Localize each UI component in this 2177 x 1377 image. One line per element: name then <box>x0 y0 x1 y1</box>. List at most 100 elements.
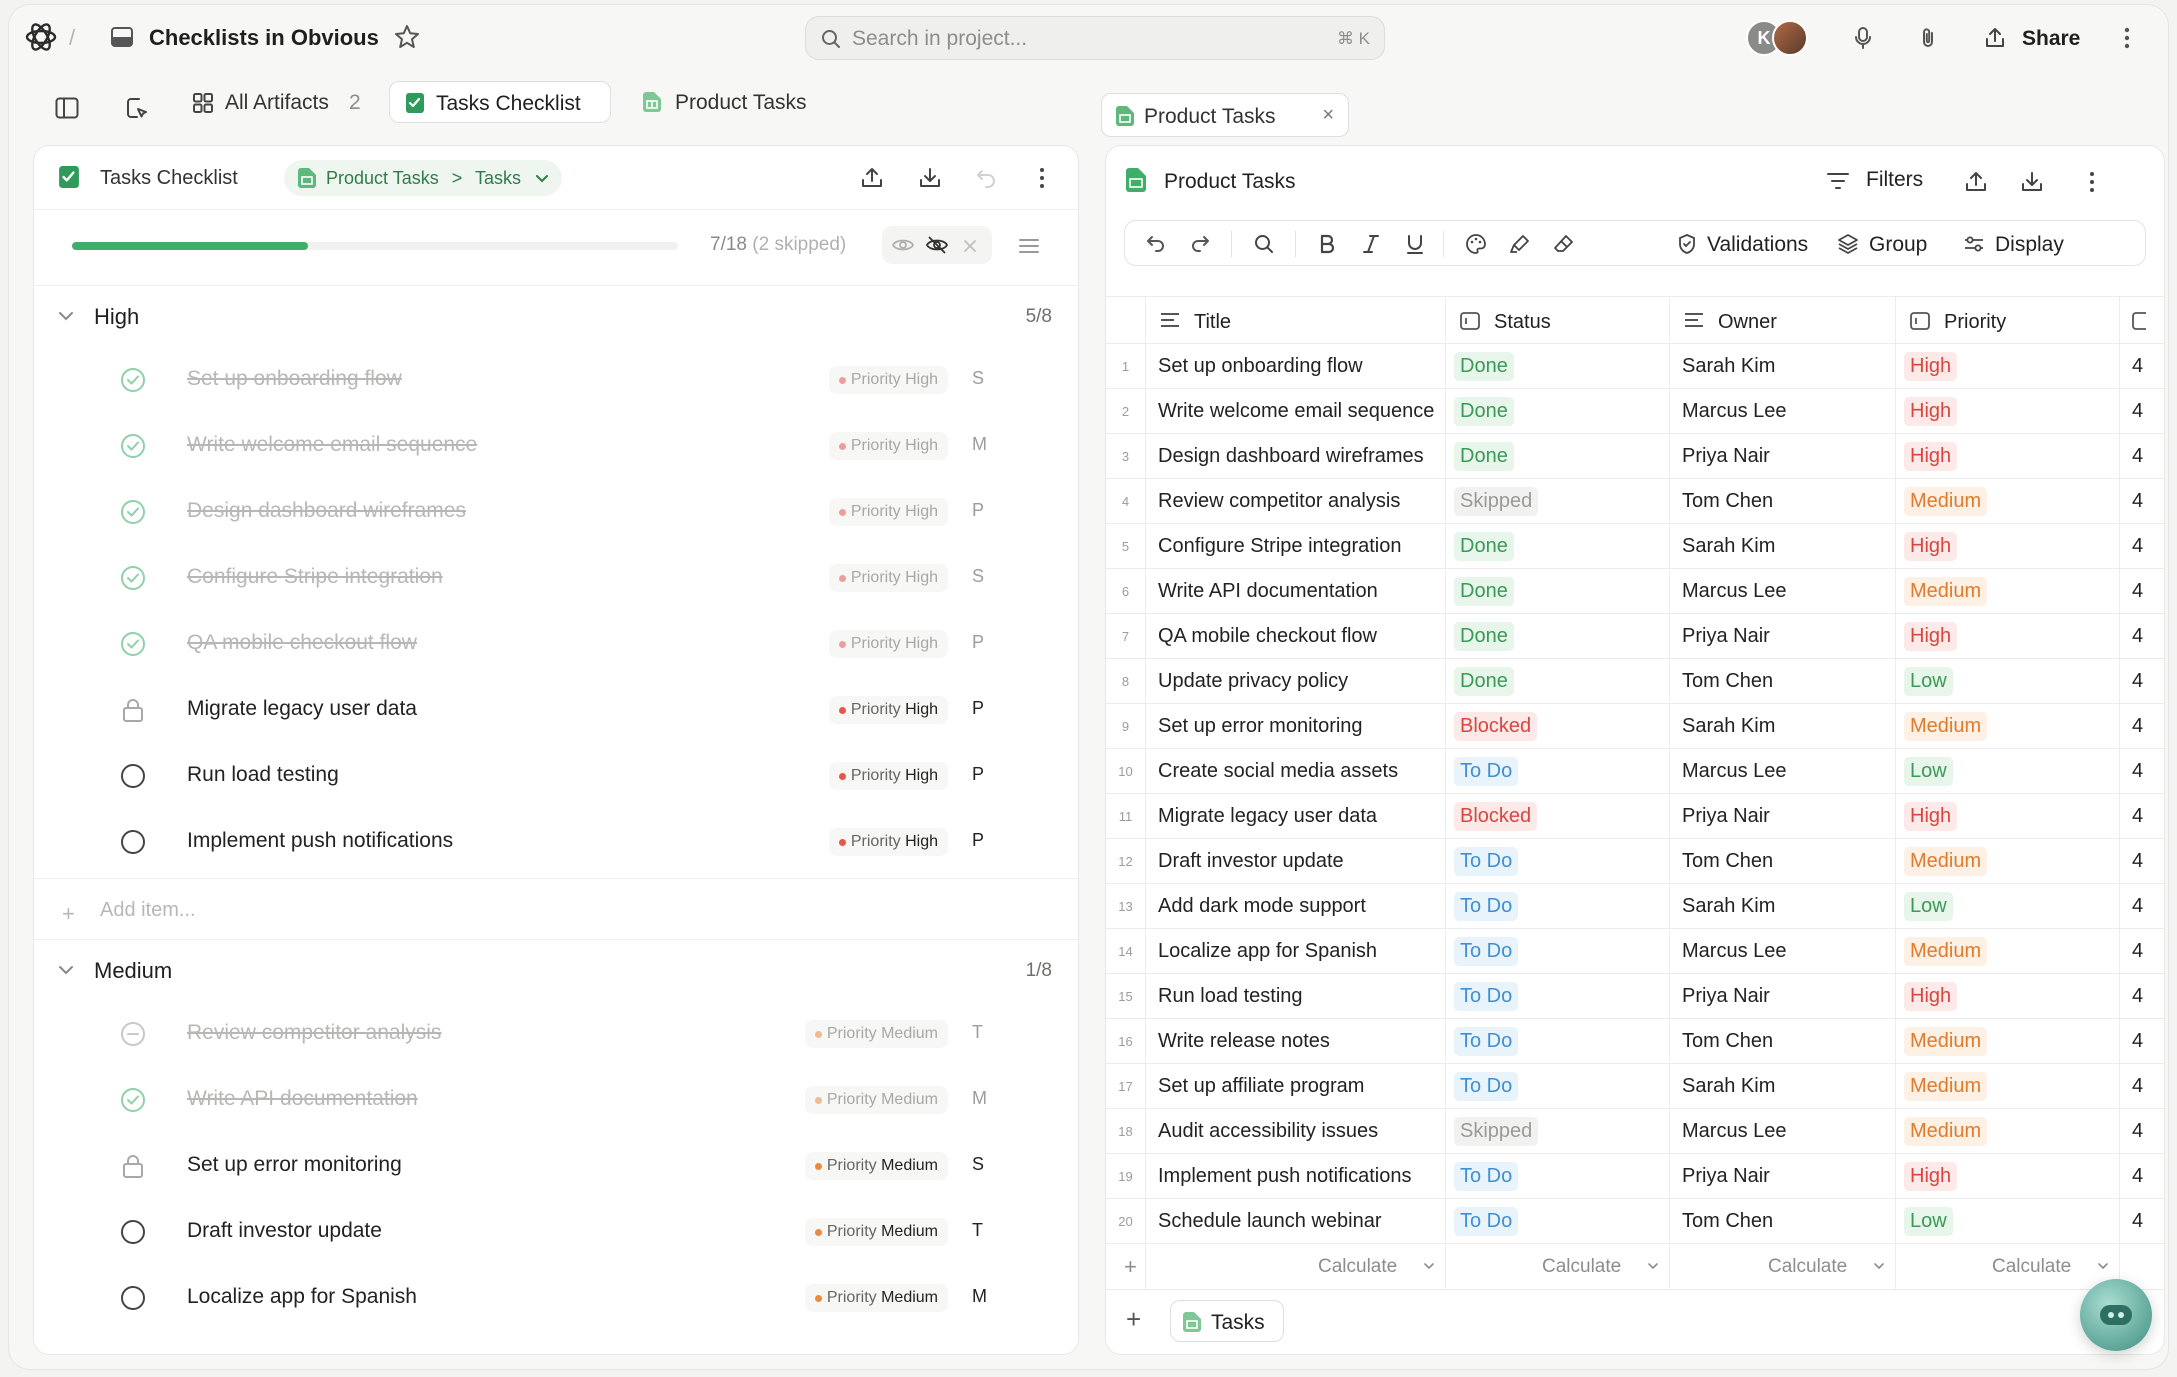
priority-cell[interactable]: High <box>1896 974 2120 1019</box>
priority-cell[interactable]: High <box>1896 389 2120 434</box>
bold-icon[interactable] <box>1317 233 1337 255</box>
empty-checkbox-icon[interactable] <box>120 829 146 855</box>
filter-icon[interactable] <box>1826 171 1850 191</box>
list-item[interactable]: Review competitor analysis Priority Mediu… <box>34 1000 1078 1066</box>
status-cell[interactable]: Done <box>1446 659 1670 704</box>
eye-icon[interactable] <box>892 235 914 255</box>
list-options-icon[interactable] <box>1018 235 1040 257</box>
priority-cell[interactable]: Medium <box>1896 1019 2120 1064</box>
group-header-0[interactable]: High 5/8 <box>34 286 1078 346</box>
more-menu-button[interactable] <box>2107 17 2147 59</box>
extra-cell[interactable]: 4 <box>2120 839 2164 884</box>
table-row[interactable]: 14 Localize app for Spanish To Do Marcus Le… <box>1106 929 2164 974</box>
owner-cell[interactable]: Sarah Kim <box>1670 884 1896 929</box>
check-circle-icon[interactable] <box>120 1087 146 1113</box>
mic-button[interactable] <box>1841 17 1885 59</box>
priority-badge[interactable]: Priority High <box>828 630 948 658</box>
status-cell[interactable]: Done <box>1446 569 1670 614</box>
extra-cell[interactable]: 4 <box>2120 929 2164 974</box>
check-circle-icon[interactable] <box>120 631 146 657</box>
owner-cell[interactable]: Sarah Kim <box>1670 704 1896 749</box>
sidebar-toggle-icon[interactable] <box>55 97 79 119</box>
title-cell[interactable]: Update privacy policy <box>1146 659 1446 704</box>
chevron-down-icon[interactable] <box>58 962 74 978</box>
table-row[interactable]: 18 Audit accessibility issues Skipped Marcu… <box>1106 1109 2164 1154</box>
tab-product-tasks[interactable]: Product Tasks <box>631 81 831 123</box>
status-cell[interactable]: To Do <box>1446 1064 1670 1109</box>
owner-initial[interactable]: S <box>972 368 984 389</box>
download-icon[interactable] <box>918 166 942 190</box>
extra-cell[interactable]: 4 <box>2120 794 2164 839</box>
priority-cell[interactable]: High <box>1896 524 2120 569</box>
status-cell[interactable]: Skipped <box>1446 1109 1670 1154</box>
title-cell[interactable]: Configure Stripe integration <box>1146 524 1446 569</box>
owner-initial[interactable]: M <box>972 434 987 455</box>
owner-cell[interactable]: Sarah Kim <box>1670 524 1896 569</box>
priority-cell[interactable]: Medium <box>1896 569 2120 614</box>
priority-cell[interactable]: Low <box>1896 1199 2120 1244</box>
owner-cell[interactable]: Priya Nair <box>1670 794 1896 839</box>
owner-cell[interactable]: Sarah Kim <box>1670 344 1896 389</box>
title-cell[interactable]: Set up error monitoring <box>1146 704 1446 749</box>
list-item[interactable]: Migrate legacy user data Priority High P <box>34 676 1078 742</box>
eraser-icon[interactable] <box>1553 233 1575 255</box>
crumb-child[interactable]: Tasks <box>475 168 521 188</box>
status-cell[interactable]: To Do <box>1446 1154 1670 1199</box>
skip-circle-icon[interactable] <box>120 1021 146 1047</box>
priority-cell[interactable]: Medium <box>1896 704 2120 749</box>
table-row[interactable]: 20 Schedule launch webinar To Do Tom Chen Lo… <box>1106 1199 2164 1244</box>
priority-cell[interactable]: Low <box>1896 659 2120 704</box>
extra-cell[interactable]: 4 <box>2120 1109 2164 1154</box>
undo-icon[interactable] <box>1145 233 1167 255</box>
extra-cell[interactable]: 4 <box>2120 974 2164 1019</box>
clear-icon[interactable] <box>962 235 978 255</box>
priority-badge[interactable]: Priority High <box>828 432 948 460</box>
priority-badge[interactable]: Priority High <box>828 828 948 856</box>
owner-cell[interactable]: Priya Nair <box>1670 434 1896 479</box>
undo-icon[interactable] <box>974 166 998 190</box>
list-item[interactable]: Set up error monitoring Priority Medium S <box>34 1132 1078 1198</box>
priority-badge[interactable]: Priority High <box>828 564 948 592</box>
extra-cell[interactable]: 4 <box>2120 1199 2164 1244</box>
owner-initial[interactable]: S <box>972 1154 984 1175</box>
owner-cell[interactable]: Tom Chen <box>1670 1019 1896 1064</box>
table-row[interactable]: 8 Update privacy policy Done Tom Chen Low 4 <box>1106 659 2164 704</box>
priority-cell[interactable]: Medium <box>1896 1109 2120 1154</box>
add-row-cell[interactable]: + <box>1106 1244 1146 1290</box>
filters-button[interactable]: Filters <box>1866 168 1923 192</box>
owner-initial[interactable]: P <box>972 764 984 785</box>
title-cell[interactable]: Set up affiliate program <box>1146 1064 1446 1109</box>
table-row[interactable]: 10 Create social media assets To Do Marcus … <box>1106 749 2164 794</box>
table-row[interactable]: 15 Run load testing To Do Priya Nair High 4 <box>1106 974 2164 1019</box>
priority-badge[interactable]: Priority Medium <box>804 1284 948 1312</box>
status-cell[interactable]: Done <box>1446 614 1670 659</box>
search-bar[interactable]: ⌘ K <box>805 16 1385 60</box>
title-cell[interactable]: Write release notes <box>1146 1019 1446 1064</box>
calculate-cell[interactable]: Calculate <box>1446 1244 1670 1290</box>
status-cell[interactable]: To Do <box>1446 749 1670 794</box>
table-row[interactable]: 3 Design dashboard wireframes Done Priya Na… <box>1106 434 2164 479</box>
owner-cell[interactable]: Tom Chen <box>1670 659 1896 704</box>
validations-button[interactable]: Validations <box>1707 233 1808 257</box>
calculate-cell[interactable]: Calculate <box>1146 1244 1446 1290</box>
group-header-1[interactable]: Medium 1/8 <box>34 940 1078 1000</box>
status-cell[interactable]: Done <box>1446 344 1670 389</box>
table-row[interactable]: 19 Implement push notifications To Do Priya… <box>1106 1154 2164 1199</box>
priority-cell[interactable]: Medium <box>1896 479 2120 524</box>
check-circle-icon[interactable] <box>120 367 146 393</box>
status-cell[interactable]: Blocked <box>1446 794 1670 839</box>
avatar-photo[interactable] <box>1772 20 1808 56</box>
priority-badge[interactable]: Priority Medium <box>804 1152 948 1180</box>
check-circle-icon[interactable] <box>120 499 146 525</box>
title-cell[interactable]: Write welcome email sequence <box>1146 389 1446 434</box>
extra-cell[interactable]: 4 <box>2120 479 2164 524</box>
owner-cell[interactable]: Sarah Kim <box>1670 1064 1896 1109</box>
table-row[interactable]: 17 Set up affiliate program To Do Sarah Kim… <box>1106 1064 2164 1109</box>
status-cell[interactable]: To Do <box>1446 1019 1670 1064</box>
priority-cell[interactable]: Medium <box>1896 1064 2120 1109</box>
eye-off-icon[interactable] <box>926 235 948 255</box>
title-cell[interactable]: Localize app for Spanish <box>1146 929 1446 974</box>
tab-product-tasks-sheet[interactable]: Product Tasks × <box>1101 93 1349 137</box>
column-header-more[interactable] <box>2120 297 2164 345</box>
list-item[interactable]: Run load testing Priority High P <box>34 742 1078 808</box>
